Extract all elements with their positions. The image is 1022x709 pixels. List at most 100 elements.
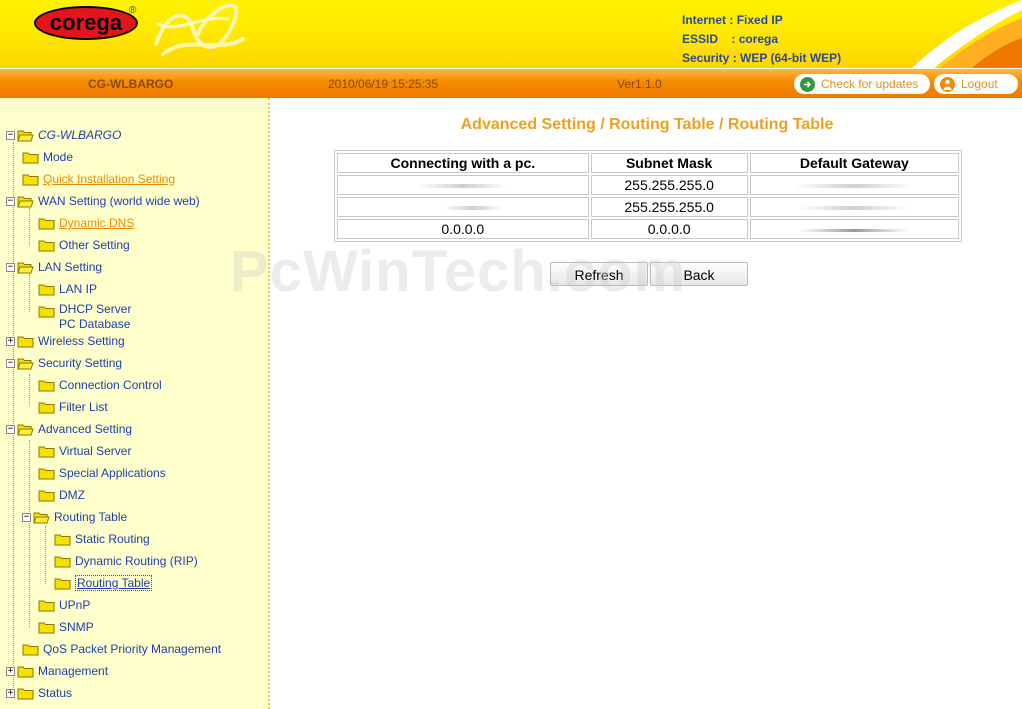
table-cell-redacted	[749, 197, 959, 217]
expand-icon[interactable]: +	[6, 688, 15, 698]
folder-icon	[38, 468, 55, 479]
sidebar-item-upnp[interactable]: UPnP	[38, 596, 90, 614]
folder-open-icon	[17, 358, 34, 369]
column-header: Default Gateway	[749, 153, 959, 173]
sidebar-item-lan-setting[interactable]: − LAN Setting	[6, 258, 102, 276]
sidebar-item-quick-installation[interactable]: Quick Installation Setting	[22, 170, 175, 188]
tree-line	[29, 274, 30, 312]
tree-line	[29, 208, 30, 246]
folder-icon	[54, 578, 71, 589]
sidebar-nav-tree: − CG-WLBARGO Mode Quick Installation Set…	[0, 98, 270, 709]
sidebar-item-security-setting[interactable]: − Security Setting	[6, 354, 122, 372]
sidebar-item-dynamic-routing[interactable]: Dynamic Routing (RIP)	[54, 552, 198, 570]
redacted-mark	[794, 184, 915, 189]
expand-icon[interactable]: +	[6, 336, 15, 346]
sidebar-item-management[interactable]: + Management	[6, 662, 108, 680]
tree-line	[13, 142, 14, 694]
status-bar: CG-WLBARGO 2010/06/19 15:25:35 Ver1.1.0 …	[0, 68, 1022, 98]
redacted-mark	[799, 228, 910, 232]
connection-info: Internet : Fixed IP ESSID : corega Secur…	[682, 11, 841, 68]
page-title: Advanced Setting / Routing Table / Routi…	[460, 116, 834, 133]
firmware-version: Ver1.1.0	[617, 77, 662, 91]
folder-icon	[22, 174, 39, 185]
info-security: Security : WEP (64-bit WEP)	[682, 51, 842, 65]
column-header: Connecting with a pc.	[337, 153, 589, 173]
table-row: 255.255.255.0	[337, 175, 959, 195]
table-header-row: Connecting with a pc. Subnet Mask Defaul…	[337, 153, 959, 173]
folder-icon	[38, 446, 55, 457]
folder-icon	[38, 600, 55, 611]
routing-table: Connecting with a pc. Subnet Mask Defaul…	[334, 150, 962, 242]
sidebar-item-qos[interactable]: QoS Packet Priority Management	[22, 640, 221, 658]
sidebar-item-dynamic-dns[interactable]: Dynamic DNS	[38, 214, 134, 232]
folder-icon	[38, 622, 55, 633]
registered-mark: ®	[129, 5, 137, 16]
column-header: Subnet Mask	[590, 153, 748, 173]
table-cell-redacted	[749, 175, 959, 195]
collapse-icon[interactable]: −	[6, 424, 15, 434]
folder-icon	[38, 402, 55, 413]
check-updates-label: Check for updates	[821, 77, 919, 91]
sidebar-item-routing-table-current[interactable]: Routing Table	[54, 574, 153, 592]
folder-open-icon	[17, 130, 34, 141]
sidebar-item-dmz[interactable]: DMZ	[38, 486, 85, 504]
redacted-mark	[442, 206, 503, 211]
model-name: CG-WLBARGO	[88, 77, 174, 91]
table-cell-redacted	[337, 197, 589, 217]
table-cell: 255.255.255.0	[590, 197, 748, 217]
folder-icon	[38, 284, 55, 295]
table-row: 0.0.0.0 0.0.0.0	[337, 219, 959, 239]
decorative-scribble-icon	[154, 4, 245, 56]
table-cell: 0.0.0.0	[590, 219, 748, 239]
sidebar-item-snmp[interactable]: SNMP	[38, 618, 94, 636]
sidebar-item-advanced-setting[interactable]: − Advanced Setting	[6, 420, 132, 438]
datetime: 2010/06/19 15:25:35	[328, 77, 439, 91]
tree-line	[45, 526, 46, 584]
sidebar-item-wan-setting[interactable]: − WAN Setting (world wide web)	[6, 192, 200, 210]
folder-open-icon	[17, 424, 34, 435]
sidebar-item-routing-table-folder[interactable]: − Routing Table	[22, 508, 127, 526]
refresh-button[interactable]: Refresh	[550, 262, 648, 286]
main-content: Advanced Setting / Routing Table / Routi…	[272, 98, 1022, 709]
sidebar-item-lan-ip[interactable]: LAN IP	[38, 280, 97, 298]
folder-icon	[38, 306, 55, 318]
collapse-icon[interactable]: −	[6, 262, 15, 272]
info-internet: Internet : Fixed IP	[682, 13, 783, 27]
arrow-right-icon	[800, 76, 815, 92]
sidebar-item-special-applications[interactable]: Special Applications	[38, 464, 166, 482]
sidebar-item-mode[interactable]: Mode	[22, 148, 73, 166]
tree-line	[29, 440, 30, 628]
sidebar-item-connection-control[interactable]: Connection Control	[38, 376, 162, 394]
back-button[interactable]: Back	[650, 262, 748, 286]
collapse-icon[interactable]: −	[6, 196, 15, 206]
folder-icon	[54, 556, 71, 567]
folder-icon	[38, 218, 55, 229]
collapse-icon[interactable]: −	[6, 130, 15, 140]
sidebar-item-filter-list[interactable]: Filter List	[38, 398, 108, 416]
logout-label: Logout	[961, 77, 998, 91]
folder-icon	[22, 644, 39, 655]
folder-icon	[22, 152, 39, 163]
expand-icon[interactable]: +	[6, 666, 15, 676]
table-row: 255.255.255.0	[337, 197, 959, 217]
table-cell-redacted	[337, 175, 589, 195]
logout-button[interactable]: Logout	[934, 74, 1018, 94]
folder-icon	[17, 666, 34, 677]
sidebar-item-status[interactable]: + Status	[6, 684, 72, 702]
pc-database-label: PC Database	[59, 317, 131, 331]
collapse-icon[interactable]: −	[22, 512, 31, 522]
sidebar-item-other-setting[interactable]: Other Setting	[38, 236, 130, 254]
sidebar-item-wireless-setting[interactable]: + Wireless Setting	[6, 332, 125, 350]
sidebar-item-virtual-server[interactable]: Virtual Server	[38, 442, 131, 460]
sidebar-item-dhcp-server[interactable]: DHCP Server PC Database	[38, 302, 131, 332]
folder-open-icon	[17, 196, 34, 207]
sidebar-item-static-routing[interactable]: Static Routing	[54, 530, 150, 548]
check-updates-button[interactable]: Check for updates	[794, 74, 930, 94]
collapse-icon[interactable]: −	[6, 358, 15, 368]
folder-icon	[38, 490, 55, 501]
table-cell-redacted	[749, 219, 959, 239]
dhcp-server-label: DHCP Server	[59, 302, 132, 316]
folder-open-icon	[33, 512, 50, 523]
user-icon	[940, 76, 955, 92]
sidebar-item-root[interactable]: − CG-WLBARGO	[6, 126, 121, 144]
